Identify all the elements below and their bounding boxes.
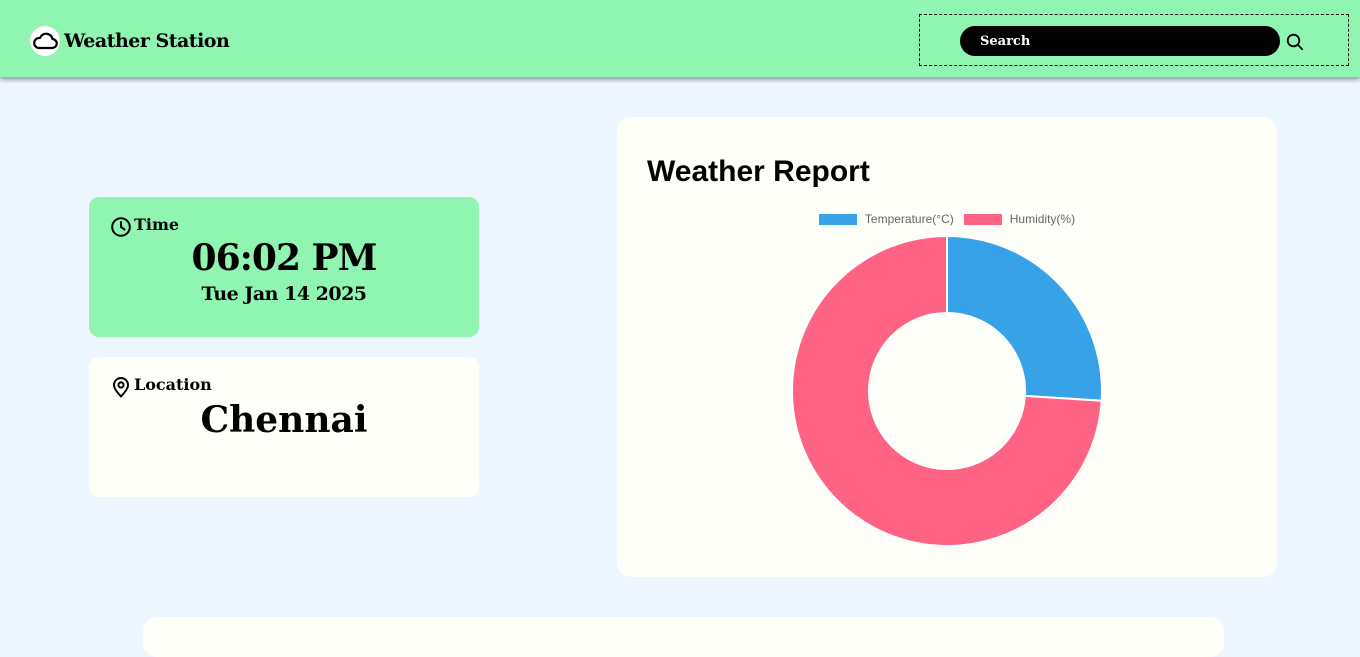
- location-card: Location Chennai: [89, 357, 479, 497]
- location-label: Location: [134, 374, 212, 394]
- current-time: 06:02 PM: [191, 237, 378, 279]
- time-label: Time: [134, 214, 180, 234]
- doughnut-slice-0[interactable]: [946, 234, 1103, 402]
- brand-title: Weather Station: [64, 30, 230, 52]
- navbar: Weather Station: [0, 0, 1360, 77]
- cloud-icon: [30, 26, 60, 56]
- weather-doughnut-chart: [791, 234, 1103, 547]
- brand[interactable]: Weather Station: [30, 25, 230, 57]
- time-card: Time 06:02 PM Tue Jan 14 2025: [89, 197, 479, 337]
- search-form: [919, 14, 1349, 66]
- weather-report-card: Weather Report Temperature(°C) Humidity(%…: [617, 117, 1277, 577]
- city-name: Chennai: [200, 399, 368, 441]
- bottom-card: [143, 617, 1224, 657]
- current-date: Tue Jan 14 2025: [201, 283, 367, 305]
- search-input[interactable]: [960, 26, 1280, 56]
- search-icon[interactable]: [1284, 31, 1306, 53]
